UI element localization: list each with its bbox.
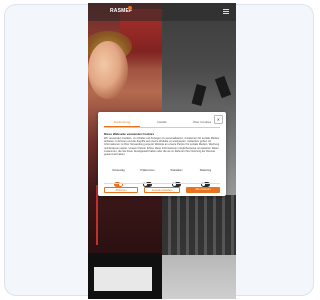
toggle-label: Marketing — [199, 169, 212, 172]
cookie-tabs: Zustimmung Details Über Cookies — [104, 120, 220, 127]
tab-details[interactable]: Details — [144, 120, 180, 124]
mobile-screen: RASMEF ✕ Zustimmung Details Über Cookies… — [88, 3, 236, 299]
toggle-label: Notwendig — [112, 169, 125, 172]
cookie-consent-dialog: ✕ Zustimmung Details Über Cookies Diese … — [98, 112, 226, 196]
hero-crowd — [162, 195, 236, 255]
hero-paper — [94, 267, 152, 291]
cookie-heading: Diese Webseite verwendet Cookies — [104, 132, 155, 136]
site-header: RASMEF — [88, 3, 236, 21]
toggle-label: Präferenzen — [140, 169, 155, 172]
cookie-actions: Ablehnen Auswahl erlauben Alle zulassen — [104, 187, 220, 193]
tab-consent[interactable]: Zustimmung — [104, 120, 140, 124]
hamburger-icon[interactable] — [223, 9, 229, 14]
cookie-description: Wir verwenden Cookies, um Inhalte und An… — [104, 137, 220, 157]
hero-face-shape — [88, 41, 128, 99]
deny-button[interactable]: Ablehnen — [104, 187, 138, 193]
logo-dot-icon — [128, 6, 132, 10]
active-tab-indicator — [104, 126, 140, 127]
allow-all-button[interactable]: Alle zulassen — [186, 187, 220, 193]
consent-toggles: Notwendig Präferenzen Statistiken Market… — [104, 169, 220, 187]
allow-selection-button[interactable]: Auswahl erlauben — [144, 187, 180, 193]
tab-about-cookies[interactable]: Über Cookies — [184, 120, 220, 124]
toggle-label: Statistiken — [170, 169, 183, 172]
